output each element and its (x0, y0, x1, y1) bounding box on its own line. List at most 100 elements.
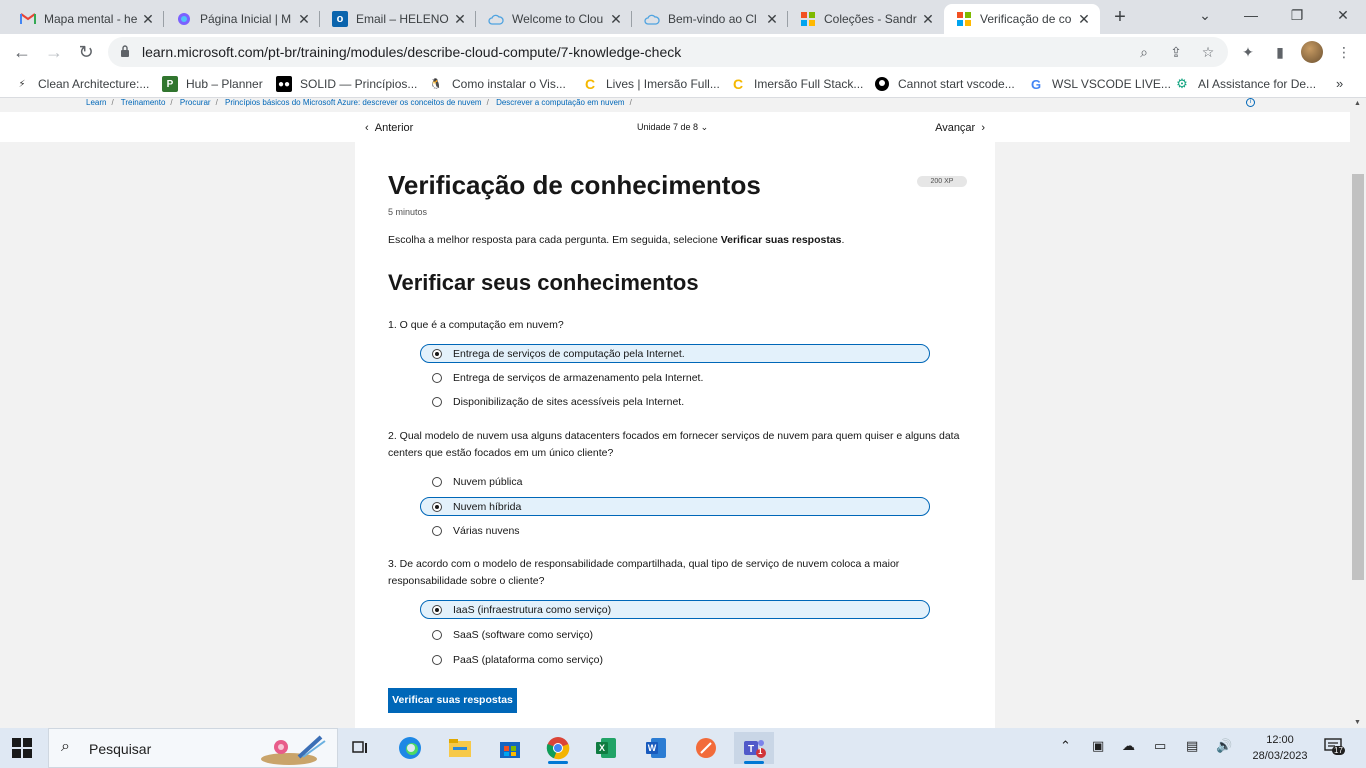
check-answers-button[interactable]: Verificar suas respostas (388, 688, 517, 713)
answer-option[interactable]: Disponibilização de sites acessíveis pel… (420, 392, 930, 411)
breadcrumb-link[interactable]: Treinamento (121, 98, 166, 107)
tab-outlook[interactable]: o Email – HELENO ( ✕ (320, 4, 476, 34)
page-scrollbar[interactable]: ▲ ▼ (1350, 98, 1366, 728)
info-icon[interactable]: i (1246, 98, 1255, 107)
radio-button[interactable] (432, 655, 442, 665)
radio-button[interactable] (432, 373, 442, 383)
breadcrumb-link[interactable]: Procurar (180, 98, 211, 107)
radio-button[interactable] (432, 630, 442, 640)
minimize-button[interactable]: — (1228, 0, 1274, 30)
answer-option[interactable]: Várias nuvens (420, 521, 930, 540)
bookmark-item[interactable]: C Lives | Imersão Full... (582, 75, 720, 93)
extensions-icon[interactable]: ✦ (1238, 42, 1258, 62)
bookmark-item[interactable]: ⚙ AI Assistance for De... (1174, 75, 1316, 93)
radio-button[interactable] (432, 605, 442, 615)
share-icon[interactable]: ⇪ (1166, 42, 1186, 62)
close-window-button[interactable]: ✕ (1320, 0, 1366, 30)
zoom-icon[interactable]: ⌕ (1134, 42, 1154, 62)
restore-button[interactable]: ❐ (1274, 0, 1320, 30)
bookmark-item[interactable]: P Hub – Planner (162, 75, 263, 93)
close-icon[interactable]: ✕ (608, 11, 624, 28)
tab-welcome-cloud[interactable]: Welcome to Clou ✕ (476, 4, 632, 34)
close-icon[interactable]: ✕ (764, 11, 780, 28)
task-view-icon[interactable] (340, 732, 380, 764)
file-explorer-icon[interactable] (440, 732, 480, 764)
close-icon[interactable]: ✕ (296, 11, 312, 28)
excel-icon[interactable]: X (586, 732, 626, 764)
bookmark-item[interactable]: Cannot start vscode... (874, 75, 1015, 93)
teams-icon[interactable]: T 1 (734, 732, 774, 764)
answer-option[interactable]: Nuvem híbrida (420, 497, 930, 516)
radio-button[interactable] (432, 477, 442, 487)
sketch-app-icon[interactable] (686, 732, 726, 764)
onedrive-sync-icon[interactable]: ☁ (1122, 738, 1135, 754)
tab-search-icon[interactable]: ⌄ (1182, 0, 1228, 30)
bookmark-item[interactable]: ●● SOLID — Princípios... (276, 75, 417, 93)
breadcrumb-link[interactable]: Descrever a computação em nuvem (496, 98, 625, 107)
radio-button[interactable] (432, 397, 442, 407)
address-bar[interactable]: learn.microsoft.com/pt-br/training/modul… (108, 37, 1228, 67)
network-icon[interactable]: ▤ (1186, 738, 1198, 754)
meet-now-icon[interactable]: ▣ (1092, 738, 1104, 754)
radio-button[interactable] (432, 349, 442, 359)
chevron-up-icon[interactable]: ⌃ (1060, 738, 1071, 754)
answer-option[interactable]: Entrega de serviços de computação pela I… (420, 344, 930, 363)
new-tab-button[interactable]: + (1108, 6, 1132, 30)
instructions: Escolha a melhor resposta para cada perg… (388, 234, 844, 246)
answer-option[interactable]: PaaS (plataforma como serviço) (420, 650, 930, 669)
avatar[interactable] (1301, 41, 1323, 63)
breadcrumb-link[interactable]: Princípios básicos do Microsoft Azure: d… (225, 98, 482, 107)
previous-unit-link[interactable]: ‹ Anterior (365, 122, 413, 134)
scrollbar-thumb[interactable] (1352, 174, 1364, 580)
back-button[interactable]: ← (8, 38, 36, 66)
more-bookmarks-icon[interactable]: » (1336, 76, 1343, 91)
bookmark-item[interactable]: 🐧 Como instalar o Vis... (428, 75, 566, 93)
tab-bem-vindo[interactable]: Bem-vindo ao Cl ✕ (632, 4, 788, 34)
breadcrumb-link[interactable]: Learn (86, 98, 106, 107)
clock[interactable]: 12:00 28/03/2023 (1247, 732, 1313, 764)
tab-title: Welcome to Clou (512, 12, 604, 26)
volume-icon[interactable]: 🔊 (1216, 738, 1232, 754)
answer-option[interactable]: SaaS (software como serviço) (420, 625, 930, 644)
chrome-icon[interactable] (538, 732, 578, 764)
tab-title: Bem-vindo ao Cl (668, 12, 757, 26)
reload-button[interactable]: ↻ (72, 38, 100, 66)
battery-icon[interactable]: ▭ (1154, 738, 1166, 754)
close-icon[interactable]: ✕ (140, 11, 156, 28)
radio-button[interactable] (432, 502, 442, 512)
scroll-up-icon[interactable]: ▲ (1354, 100, 1361, 107)
answer-option[interactable]: Entrega de serviços de armazenamento pel… (420, 368, 930, 387)
forward-button[interactable]: → (40, 38, 68, 66)
close-icon[interactable]: ✕ (452, 11, 468, 28)
taskbar-search[interactable]: ⌕ Pesquisar (48, 728, 338, 768)
svg-text:T: T (748, 744, 754, 755)
tab-gmail[interactable]: Mapa mental - he ✕ (8, 4, 164, 34)
bookmark-item[interactable]: ⚡ Clean Architecture:... (14, 75, 149, 93)
bookmark-item[interactable]: G WSL VSCODE LIVE... (1028, 75, 1171, 93)
bookmark-label: SOLID — Princípios... (300, 77, 418, 91)
bookmark-label: Imersão Full Stack... (754, 77, 864, 91)
tab-colecoes[interactable]: Coleções - Sandr ✕ (788, 4, 944, 34)
next-unit-link[interactable]: Avançar › (935, 122, 985, 134)
menu-icon[interactable]: ⋮ (1334, 42, 1354, 62)
close-icon[interactable]: ✕ (920, 11, 936, 28)
unit-selector[interactable]: Unidade 7 de 8 ⌄ (637, 122, 708, 133)
radio-button[interactable] (432, 526, 442, 536)
notifications-icon[interactable]: 17 (1324, 738, 1346, 758)
cloud-icon (488, 11, 504, 27)
bookmark-star-icon[interactable]: ☆ (1198, 42, 1218, 62)
scroll-down-icon[interactable]: ▼ (1354, 719, 1361, 726)
github-icon (874, 76, 890, 92)
bookmark-item[interactable]: C Imersão Full Stack... (730, 75, 863, 93)
answer-option[interactable]: IaaS (infraestrutura como serviço) (420, 600, 930, 619)
edge-icon[interactable] (390, 732, 430, 764)
word-icon[interactable]: W (636, 732, 676, 764)
side-panel-icon[interactable]: ▮ (1270, 42, 1290, 62)
instructions-bold: Verificar suas respostas (720, 234, 842, 246)
close-icon[interactable]: ✕ (1076, 11, 1092, 28)
answer-option[interactable]: Nuvem pública (420, 472, 930, 491)
windows-start-icon[interactable] (12, 738, 32, 758)
tab-verificacao[interactable]: Verificação de co ✕ (944, 4, 1100, 34)
tab-copilot[interactable]: Página Inicial | M ✕ (164, 4, 320, 34)
microsoft-store-icon[interactable] (490, 732, 530, 764)
